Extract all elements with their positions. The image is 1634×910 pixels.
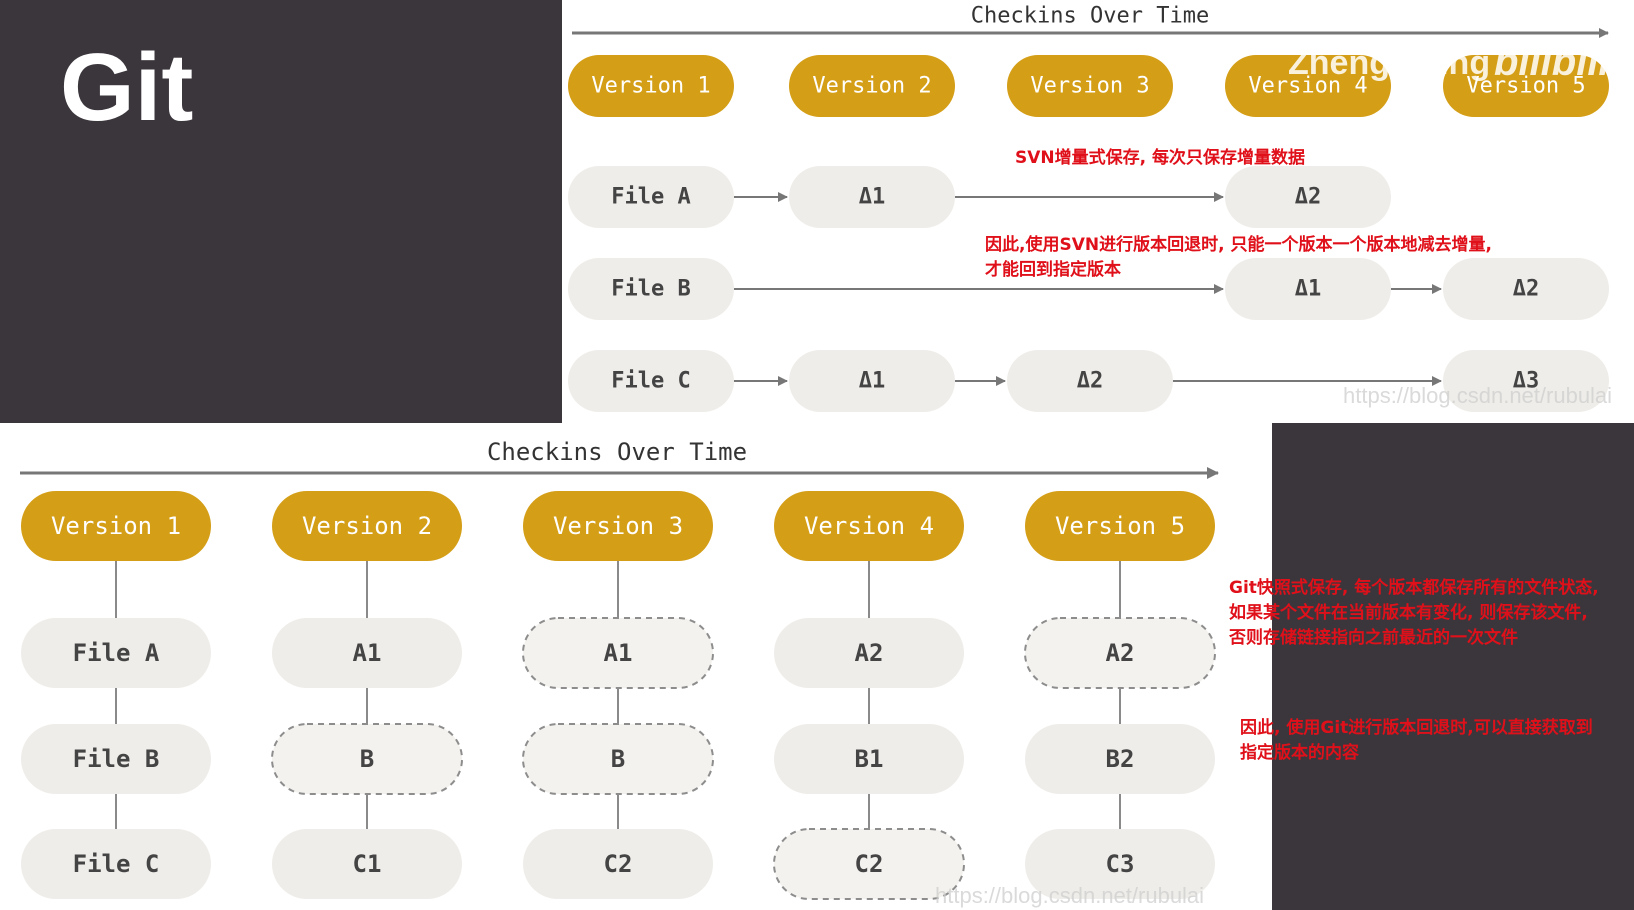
svn-file-label: File C [611, 369, 690, 394]
svn-delta-label: Δ2 [1513, 277, 1540, 302]
svn-note-rollback-line1: 因此,使用SVN进行版本回退时, 只能一个版本一个版本地减去增量, [985, 235, 1492, 255]
git-link-node [1024, 617, 1216, 689]
blog-watermark-bottom: https://blog.csdn.net/rubulai [935, 883, 1205, 908]
svn-note-incremental: SVN增量式保存, 每次只保存增量数据 [1015, 148, 1306, 168]
blog-watermark-top: https://blog.csdn.net/rubulai [1343, 383, 1613, 408]
git-snapshot-node [21, 829, 211, 899]
git-version-label: Version 3 [553, 512, 683, 540]
svn-file-label: File B [611, 277, 690, 302]
git-node-label: A2 [855, 639, 884, 667]
git-node-label: A1 [353, 639, 382, 667]
git-note-snapshot-line3: 否则存储链接指向之前最近的一次文件 [1229, 628, 1518, 648]
git-version-pill [272, 491, 462, 561]
git-version-label: Version 1 [51, 512, 181, 540]
git-node-label: C3 [1106, 850, 1135, 878]
git-link-node [522, 617, 714, 689]
git-version-label: Version 2 [302, 512, 432, 540]
git-note-snapshot-line1: Git快照式保存, 每个版本都保存所有的文件状态, [1229, 578, 1599, 598]
git-node-label: File C [73, 850, 160, 878]
svn-delta-label: Δ1 [1295, 277, 1322, 302]
bilibili-logo: bilibili [1494, 40, 1610, 84]
svn-delta-label: Δ2 [1295, 185, 1322, 210]
git-link-node [522, 723, 714, 795]
svn-delta-label: Δ1 [859, 369, 886, 394]
git-version-pill [774, 491, 964, 561]
git-node-label: B2 [1106, 745, 1135, 773]
svn-delta-label: Δ2 [1077, 369, 1104, 394]
bottom-right-dark-panel [1272, 423, 1634, 910]
git-node-label: B [360, 745, 374, 773]
git-snapshot-node [774, 618, 964, 688]
git-note-snapshot-line2: 如果某个文件在当前版本有变化, 则保存该文件, [1229, 603, 1588, 623]
svn-delta-label: Δ1 [859, 185, 886, 210]
svn-file-label: File A [611, 185, 690, 210]
svn-version-label: Version 2 [812, 74, 931, 99]
git-node-label: B [611, 745, 625, 773]
git-node-label: File B [73, 745, 160, 773]
git-snapshot-node [21, 618, 211, 688]
svn-note-rollback-line2: 才能回到指定版本 [985, 260, 1121, 280]
svn-axis-title: Checkins Over Time [971, 4, 1209, 29]
git-snapshot-node [272, 829, 462, 899]
git-note-rollback-line2: 指定版本的内容 [1240, 743, 1359, 763]
git-node-label: C2 [855, 850, 884, 878]
svn-version-label: Version 3 [1030, 74, 1149, 99]
git-node-label: B1 [855, 745, 884, 773]
git-snapshot-node [523, 829, 713, 899]
git-node-label: C1 [353, 850, 382, 878]
git-node-label: File A [73, 639, 160, 667]
git-link-node [271, 723, 463, 795]
git-version-label: Version 4 [804, 512, 934, 540]
git-note-rollback-line1: 因此, 使用Git进行版本回退时,可以直接获取到 [1240, 718, 1593, 738]
git-snapshot-node [774, 724, 964, 794]
git-version-pill [1025, 491, 1215, 561]
git-snapshot-node [1025, 724, 1215, 794]
git-snapshot-node [21, 724, 211, 794]
git-axis-title: Checkins Over Time [487, 438, 747, 466]
git-node-label: A2 [1106, 639, 1135, 667]
git-snapshot-node [272, 618, 462, 688]
git-node-label: A1 [604, 639, 633, 667]
uploader-watermark: Zhengyuling [1288, 44, 1491, 82]
git-version-label: Version 5 [1055, 512, 1185, 540]
git-node-label: C2 [604, 850, 633, 878]
git-version-pill [523, 491, 713, 561]
svn-version-label: Version 1 [591, 74, 710, 99]
git-version-pill [21, 491, 211, 561]
